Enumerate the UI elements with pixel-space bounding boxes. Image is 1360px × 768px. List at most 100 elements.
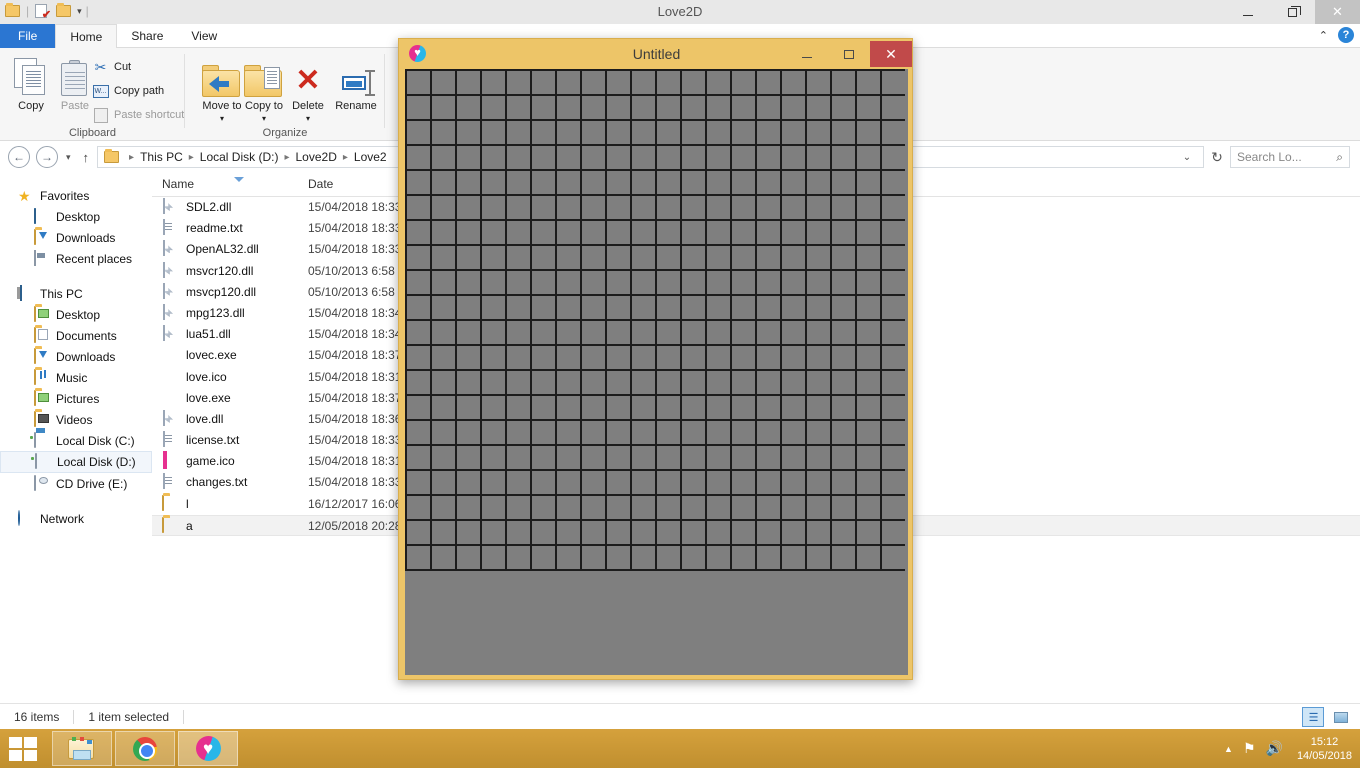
grid-cell[interactable] (407, 496, 430, 519)
grid-cell[interactable] (557, 146, 580, 169)
sidebar-item-recent-places[interactable]: Recent places (0, 248, 152, 269)
grid-cell[interactable] (507, 421, 530, 444)
grid-cell[interactable] (857, 396, 880, 419)
grid-cell[interactable] (832, 121, 855, 144)
grid-cell[interactable] (682, 421, 705, 444)
grid-cell[interactable] (682, 246, 705, 269)
grid-cell[interactable] (507, 246, 530, 269)
grid-cell[interactable] (482, 546, 505, 569)
grid-cell[interactable] (432, 446, 455, 469)
grid-cell[interactable] (482, 346, 505, 369)
grid-cell[interactable] (607, 296, 630, 319)
grid-cell[interactable] (657, 346, 680, 369)
sidebar-item-videos[interactable]: Videos (0, 409, 152, 430)
grid-cell[interactable] (532, 321, 555, 344)
grid-cell[interactable] (657, 196, 680, 219)
grid-cell[interactable] (582, 246, 605, 269)
grid-cell[interactable] (582, 221, 605, 244)
grid-cell[interactable] (582, 496, 605, 519)
grid-cell[interactable] (882, 221, 905, 244)
grid-cell[interactable] (507, 146, 530, 169)
grid-cell[interactable] (407, 271, 430, 294)
grid-cell[interactable] (582, 296, 605, 319)
grid-cell[interactable] (757, 121, 780, 144)
grid-cell[interactable] (782, 446, 805, 469)
grid-cell[interactable] (807, 171, 830, 194)
network-icon[interactable]: ⚑ (1243, 740, 1256, 757)
grid-cell[interactable] (882, 546, 905, 569)
grid-cell[interactable] (782, 371, 805, 394)
grid-cell[interactable] (407, 221, 430, 244)
column-header-date[interactable]: Date (308, 177, 333, 191)
grid-cell[interactable] (532, 171, 555, 194)
grid-cell[interactable] (607, 171, 630, 194)
grid-cell[interactable] (607, 446, 630, 469)
grid-cell[interactable] (557, 421, 580, 444)
grid-cell[interactable] (807, 71, 830, 94)
grid-cell[interactable] (707, 171, 730, 194)
show-hidden-icons-button[interactable]: ▲ (1224, 744, 1233, 754)
grid-cell[interactable] (482, 171, 505, 194)
details-view-button[interactable]: ☰ (1302, 707, 1324, 727)
grid-cell[interactable] (407, 371, 430, 394)
grid-cell[interactable] (882, 246, 905, 269)
grid-cell[interactable] (632, 471, 655, 494)
grid-cell[interactable] (432, 346, 455, 369)
grid-cell[interactable] (757, 221, 780, 244)
grid-cell[interactable] (732, 546, 755, 569)
grid-cell[interactable] (807, 296, 830, 319)
grid-cell[interactable] (507, 446, 530, 469)
grid-cell[interactable] (557, 446, 580, 469)
taskbar-file-explorer[interactable] (52, 731, 112, 766)
grid-cell[interactable] (807, 396, 830, 419)
grid-cell[interactable] (532, 396, 555, 419)
grid-cell[interactable] (807, 521, 830, 544)
grid-cell[interactable] (732, 246, 755, 269)
grid-cell[interactable] (407, 421, 430, 444)
grid-cell[interactable] (557, 346, 580, 369)
grid-cell[interactable] (607, 71, 630, 94)
love-minimize-button[interactable] (786, 41, 828, 67)
grid-cell[interactable] (857, 321, 880, 344)
love-close-button[interactable]: ✕ (870, 41, 912, 67)
grid-cell[interactable] (682, 546, 705, 569)
tab-file[interactable]: File (0, 24, 56, 48)
grid-cell[interactable] (682, 71, 705, 94)
grid-cell[interactable] (557, 496, 580, 519)
restore-button[interactable] (1270, 0, 1315, 24)
grid-cell[interactable] (432, 196, 455, 219)
collapse-ribbon-icon[interactable]: ⌃ (1319, 29, 1328, 42)
grid-cell[interactable] (482, 496, 505, 519)
breadcrumb-item-local-disk-d[interactable]: Local Disk (D:) (200, 150, 279, 164)
grid-cell[interactable] (757, 521, 780, 544)
grid-cell[interactable] (482, 446, 505, 469)
tab-view[interactable]: View (177, 24, 231, 48)
grid-cell[interactable] (407, 171, 430, 194)
grid-cell[interactable] (757, 96, 780, 119)
sidebar-item-desktop[interactable]: Desktop (0, 304, 152, 325)
grid-cell[interactable] (482, 421, 505, 444)
grid-cell[interactable] (832, 546, 855, 569)
grid-cell[interactable] (632, 96, 655, 119)
grid-cell[interactable] (832, 521, 855, 544)
rename-button[interactable]: Rename (327, 52, 385, 112)
grid-cell[interactable] (807, 346, 830, 369)
grid-cell[interactable] (757, 471, 780, 494)
grid-cell[interactable] (407, 446, 430, 469)
grid-cell[interactable] (457, 546, 480, 569)
grid-cell[interactable] (882, 121, 905, 144)
grid-cell[interactable] (407, 71, 430, 94)
grid-cell[interactable] (782, 496, 805, 519)
grid-cell[interactable] (632, 546, 655, 569)
grid-cell[interactable] (557, 546, 580, 569)
grid-cell[interactable] (407, 246, 430, 269)
grid-cell[interactable] (882, 396, 905, 419)
grid-cell[interactable] (732, 196, 755, 219)
grid-cell[interactable] (457, 146, 480, 169)
grid-cell[interactable] (682, 371, 705, 394)
grid-cell[interactable] (457, 421, 480, 444)
grid-cell[interactable] (657, 271, 680, 294)
grid-cell[interactable] (857, 371, 880, 394)
up-button[interactable]: ↑ (83, 150, 90, 165)
grid-cell[interactable] (507, 346, 530, 369)
